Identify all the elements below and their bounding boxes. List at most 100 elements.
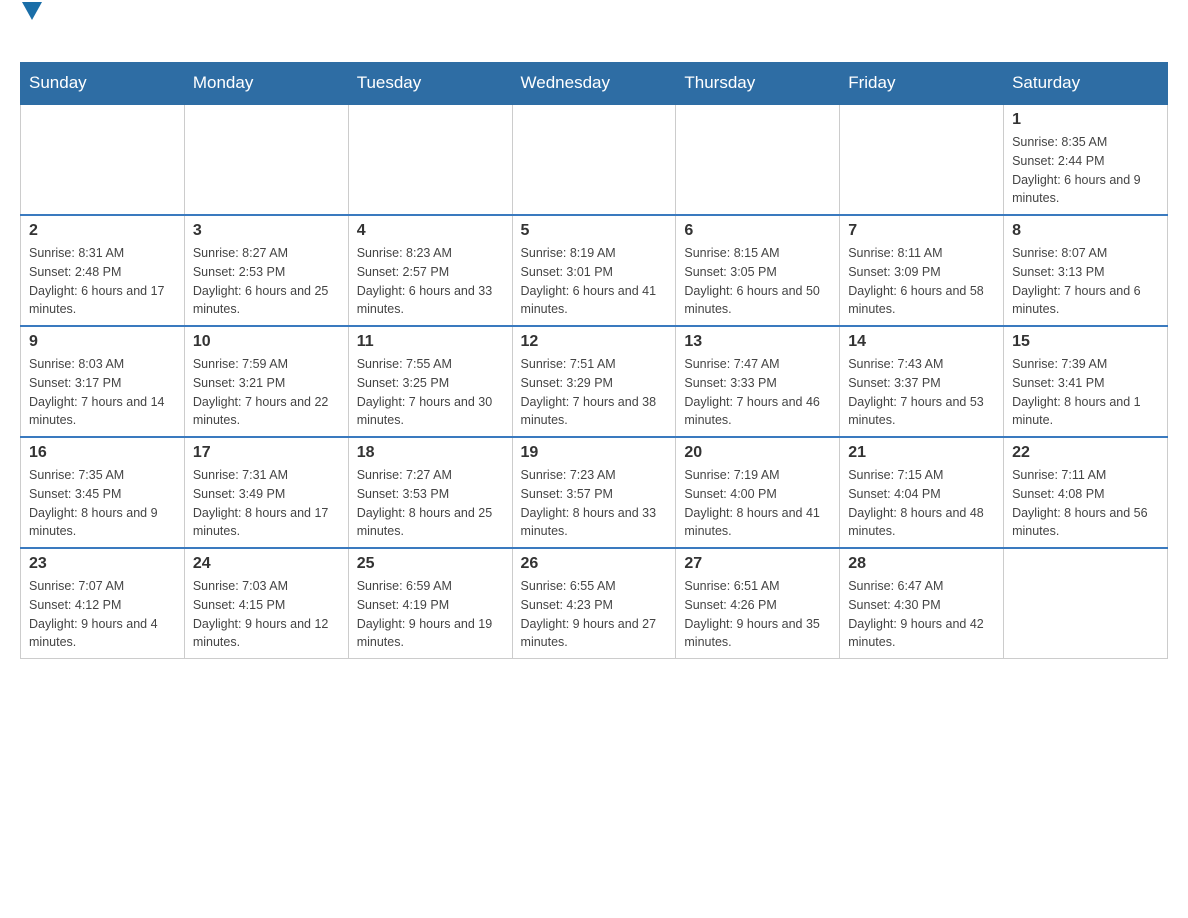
calendar-cell: 6 Sunrise: 8:15 AMSunset: 3:05 PMDaylight… <box>676 215 840 326</box>
day-info: Sunrise: 8:15 AMSunset: 3:05 PMDaylight:… <box>684 244 831 319</box>
day-info: Sunrise: 7:47 AMSunset: 3:33 PMDaylight:… <box>684 355 831 430</box>
day-number: 15 <box>1012 333 1159 351</box>
day-number: 14 <box>848 333 995 351</box>
day-info: Sunrise: 8:27 AMSunset: 2:53 PMDaylight:… <box>193 244 340 319</box>
day-number: 6 <box>684 222 831 240</box>
calendar-cell: 17 Sunrise: 7:31 AMSunset: 3:49 PMDayligh… <box>184 437 348 548</box>
logo-blue-text <box>20 20 42 52</box>
logo <box>20 20 42 52</box>
day-info: Sunrise: 7:51 AMSunset: 3:29 PMDaylight:… <box>521 355 668 430</box>
weekday-header-thursday: Thursday <box>676 63 840 105</box>
calendar-cell: 10 Sunrise: 7:59 AMSunset: 3:21 PMDayligh… <box>184 326 348 437</box>
week-row-4: 16 Sunrise: 7:35 AMSunset: 3:45 PMDayligh… <box>21 437 1168 548</box>
day-number: 5 <box>521 222 668 240</box>
day-number: 13 <box>684 333 831 351</box>
weekday-header-monday: Monday <box>184 63 348 105</box>
day-info: Sunrise: 6:55 AMSunset: 4:23 PMDaylight:… <box>521 577 668 652</box>
day-number: 12 <box>521 333 668 351</box>
calendar-cell: 12 Sunrise: 7:51 AMSunset: 3:29 PMDayligh… <box>512 326 676 437</box>
day-info: Sunrise: 7:23 AMSunset: 3:57 PMDaylight:… <box>521 466 668 541</box>
day-info: Sunrise: 7:43 AMSunset: 3:37 PMDaylight:… <box>848 355 995 430</box>
calendar-cell: 9 Sunrise: 8:03 AMSunset: 3:17 PMDaylight… <box>21 326 185 437</box>
calendar-cell: 14 Sunrise: 7:43 AMSunset: 3:37 PMDayligh… <box>840 326 1004 437</box>
calendar-cell: 2 Sunrise: 8:31 AMSunset: 2:48 PMDaylight… <box>21 215 185 326</box>
day-info: Sunrise: 8:11 AMSunset: 3:09 PMDaylight:… <box>848 244 995 319</box>
weekday-header-saturday: Saturday <box>1004 63 1168 105</box>
day-number: 19 <box>521 444 668 462</box>
calendar-cell: 26 Sunrise: 6:55 AMSunset: 4:23 PMDayligh… <box>512 548 676 659</box>
calendar-cell: 25Sunrise: 6:59 AMSunset: 4:19 PMDayligh… <box>348 548 512 659</box>
calendar-cell: 24 Sunrise: 7:03 AMSunset: 4:15 PMDayligh… <box>184 548 348 659</box>
day-number: 3 <box>193 222 340 240</box>
calendar-cell: 1 Sunrise: 8:35 AMSunset: 2:44 PMDaylight… <box>1004 104 1168 215</box>
day-info: Sunrise: 8:07 AMSunset: 3:13 PMDaylight:… <box>1012 244 1159 319</box>
day-number: 28 <box>848 555 995 573</box>
day-number: 7 <box>848 222 995 240</box>
day-info: Sunrise: 7:11 AMSunset: 4:08 PMDaylight:… <box>1012 466 1159 541</box>
day-number: 18 <box>357 444 504 462</box>
calendar-cell: 3 Sunrise: 8:27 AMSunset: 2:53 PMDaylight… <box>184 215 348 326</box>
day-info: Sunrise: 7:31 AMSunset: 3:49 PMDaylight:… <box>193 466 340 541</box>
calendar-cell: 23 Sunrise: 7:07 AMSunset: 4:12 PMDayligh… <box>21 548 185 659</box>
week-row-2: 2 Sunrise: 8:31 AMSunset: 2:48 PMDaylight… <box>21 215 1168 326</box>
day-number: 17 <box>193 444 340 462</box>
day-number: 26 <box>521 555 668 573</box>
weekday-header-row: SundayMondayTuesdayWednesdayThursdayFrid… <box>21 63 1168 105</box>
calendar-cell: 8Sunrise: 8:07 AMSunset: 3:13 PMDaylight… <box>1004 215 1168 326</box>
day-info: Sunrise: 8:35 AMSunset: 2:44 PMDaylight:… <box>1012 133 1159 208</box>
day-info: Sunrise: 6:47 AMSunset: 4:30 PMDaylight:… <box>848 577 995 652</box>
day-number: 16 <box>29 444 176 462</box>
day-info: Sunrise: 7:59 AMSunset: 3:21 PMDaylight:… <box>193 355 340 430</box>
calendar-cell <box>348 104 512 215</box>
day-number: 2 <box>29 222 176 240</box>
calendar-cell: 5 Sunrise: 8:19 AMSunset: 3:01 PMDaylight… <box>512 215 676 326</box>
calendar-cell: 27 Sunrise: 6:51 AMSunset: 4:26 PMDayligh… <box>676 548 840 659</box>
day-info: Sunrise: 7:03 AMSunset: 4:15 PMDaylight:… <box>193 577 340 652</box>
day-info: Sunrise: 6:51 AMSunset: 4:26 PMDaylight:… <box>684 577 831 652</box>
day-info: Sunrise: 7:35 AMSunset: 3:45 PMDaylight:… <box>29 466 176 541</box>
day-number: 11 <box>357 333 504 351</box>
day-info: Sunrise: 8:31 AMSunset: 2:48 PMDaylight:… <box>29 244 176 319</box>
day-info: Sunrise: 7:07 AMSunset: 4:12 PMDaylight:… <box>29 577 176 652</box>
calendar-cell: 18 Sunrise: 7:27 AMSunset: 3:53 PMDayligh… <box>348 437 512 548</box>
day-number: 1 <box>1012 111 1159 129</box>
day-info: Sunrise: 6:59 AMSunset: 4:19 PMDaylight:… <box>357 577 504 652</box>
calendar-cell: 4Sunrise: 8:23 AMSunset: 2:57 PMDaylight… <box>348 215 512 326</box>
calendar-cell: 15 Sunrise: 7:39 AMSunset: 3:41 PMDayligh… <box>1004 326 1168 437</box>
calendar-cell: 19 Sunrise: 7:23 AMSunset: 3:57 PMDayligh… <box>512 437 676 548</box>
calendar-cell: 11 Sunrise: 7:55 AMSunset: 3:25 PMDayligh… <box>348 326 512 437</box>
day-number: 21 <box>848 444 995 462</box>
day-number: 4 <box>357 222 504 240</box>
calendar-table: SundayMondayTuesdayWednesdayThursdayFrid… <box>20 62 1168 659</box>
day-info: Sunrise: 7:27 AMSunset: 3:53 PMDaylight:… <box>357 466 504 541</box>
calendar-cell: 20Sunrise: 7:19 AMSunset: 4:00 PMDayligh… <box>676 437 840 548</box>
weekday-header-sunday: Sunday <box>21 63 185 105</box>
calendar-cell <box>840 104 1004 215</box>
day-number: 23 <box>29 555 176 573</box>
calendar-cell: 7 Sunrise: 8:11 AMSunset: 3:09 PMDaylight… <box>840 215 1004 326</box>
day-info: Sunrise: 7:55 AMSunset: 3:25 PMDaylight:… <box>357 355 504 430</box>
weekday-header-friday: Friday <box>840 63 1004 105</box>
calendar-cell: 21 Sunrise: 7:15 AMSunset: 4:04 PMDayligh… <box>840 437 1004 548</box>
calendar-cell: 28 Sunrise: 6:47 AMSunset: 4:30 PMDayligh… <box>840 548 1004 659</box>
calendar-cell <box>676 104 840 215</box>
day-info: Sunrise: 7:15 AMSunset: 4:04 PMDaylight:… <box>848 466 995 541</box>
day-info: Sunrise: 8:19 AMSunset: 3:01 PMDaylight:… <box>521 244 668 319</box>
week-row-3: 9 Sunrise: 8:03 AMSunset: 3:17 PMDaylight… <box>21 326 1168 437</box>
calendar-cell: 22 Sunrise: 7:11 AMSunset: 4:08 PMDayligh… <box>1004 437 1168 548</box>
calendar-cell: 13 Sunrise: 7:47 AMSunset: 3:33 PMDayligh… <box>676 326 840 437</box>
calendar-cell <box>1004 548 1168 659</box>
calendar-cell: 16 Sunrise: 7:35 AMSunset: 3:45 PMDayligh… <box>21 437 185 548</box>
week-row-1: 1 Sunrise: 8:35 AMSunset: 2:44 PMDaylight… <box>21 104 1168 215</box>
page-header <box>20 20 1168 52</box>
day-info: Sunrise: 7:39 AMSunset: 3:41 PMDaylight:… <box>1012 355 1159 430</box>
day-number: 9 <box>29 333 176 351</box>
day-number: 24 <box>193 555 340 573</box>
day-number: 22 <box>1012 444 1159 462</box>
weekday-header-tuesday: Tuesday <box>348 63 512 105</box>
day-number: 27 <box>684 555 831 573</box>
day-number: 10 <box>193 333 340 351</box>
day-info: Sunrise: 8:03 AMSunset: 3:17 PMDaylight:… <box>29 355 176 430</box>
calendar-cell <box>512 104 676 215</box>
calendar-cell <box>21 104 185 215</box>
